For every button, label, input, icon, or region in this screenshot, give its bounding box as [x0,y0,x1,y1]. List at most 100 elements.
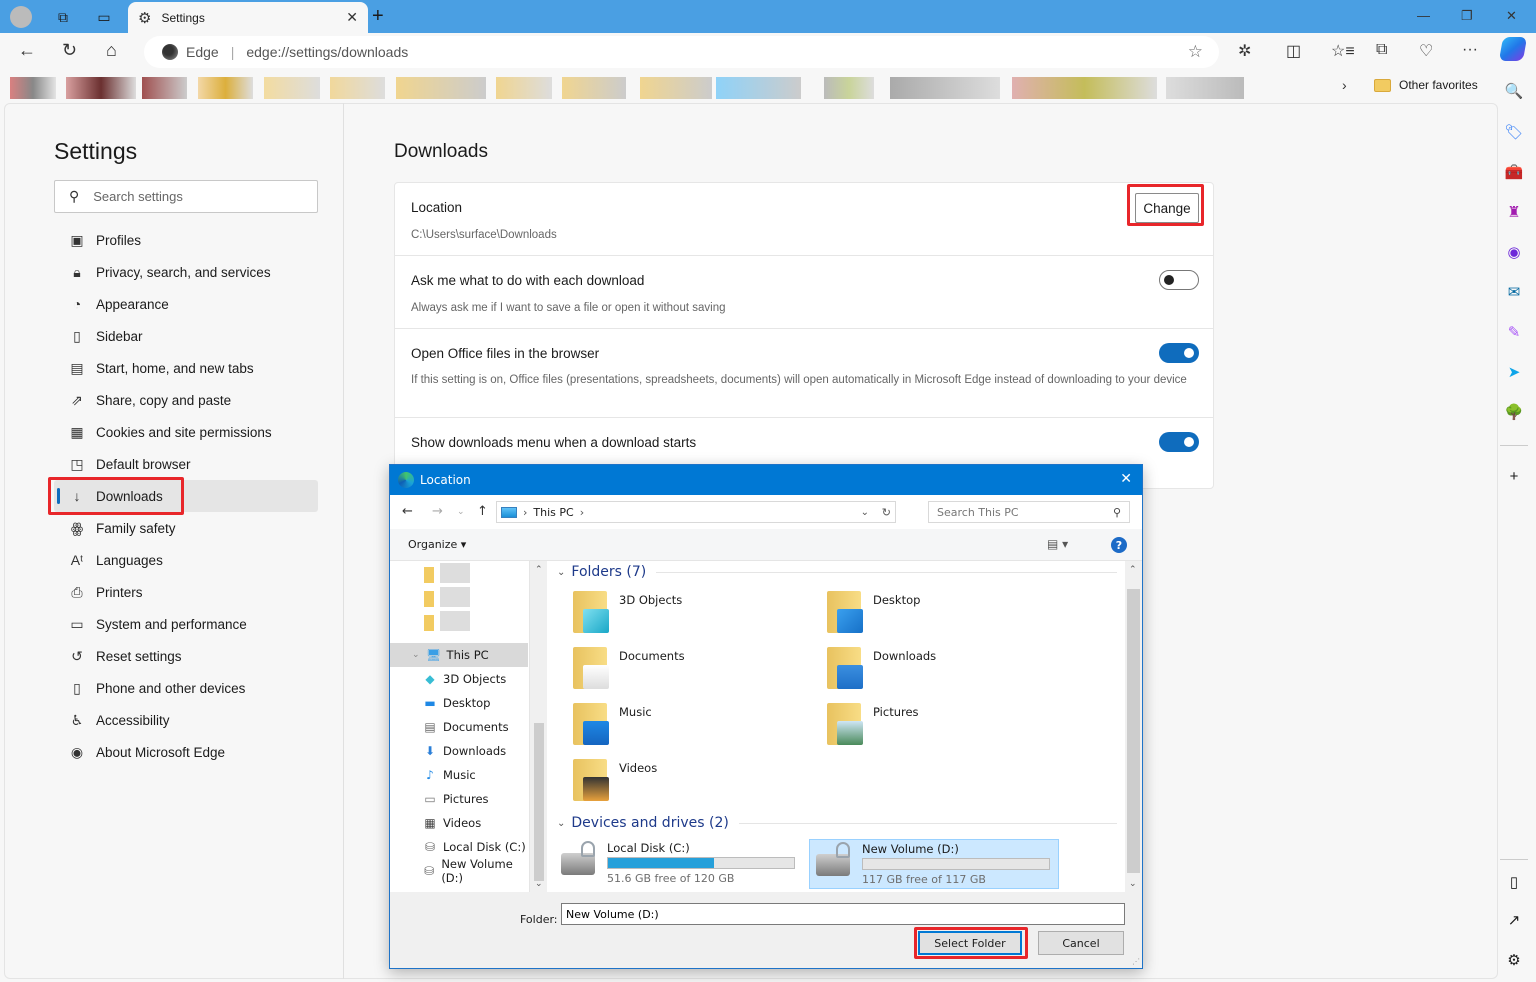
blurred-item[interactable] [440,563,470,583]
folder-item-3d-objects[interactable]: 3D Objects [573,591,803,643]
home-button[interactable]: ⌂ [106,40,117,61]
add-sidebar-icon[interactable]: + [1504,466,1524,486]
tree-item-3d-objects[interactable]: ◆ 3D Objects [390,667,528,691]
tree-item-downloads[interactable]: ⬇ Downloads [390,739,528,763]
tree-icon[interactable]: 🌳 [1504,402,1524,422]
sidebar-item-appearance[interactable]: ◔ Appearance [54,288,318,320]
folder-input[interactable] [561,903,1125,925]
extensions-icon[interactable]: ✲ [1238,41,1251,61]
folders-group-header[interactable]: ⌄ Folders (7) [557,564,1117,580]
favorite-item[interactable] [396,77,486,99]
forward-arrow-icon[interactable]: → [432,504,443,519]
favorite-item[interactable] [890,77,1000,99]
breadcrumb-this-pc[interactable]: This PC [533,506,573,519]
favorite-item[interactable] [1166,77,1244,99]
minimize-button[interactable]: — [1417,8,1430,23]
tree-item-documents[interactable]: ▤ Documents [390,715,528,739]
ask-toggle[interactable] [1159,270,1199,290]
workspaces-icon[interactable]: ⧉ [52,6,74,28]
recent-dropdown-icon[interactable]: ⌄ [457,507,465,517]
tree-item-new-volume-d-[interactable]: ⛁ New Volume (D:) [390,857,528,885]
favorite-item[interactable] [198,77,253,99]
breadcrumb[interactable]: › This PC › ⌄ ↻ [496,501,896,523]
drives-group-header[interactable]: ⌄ Devices and drives (2) [557,815,1117,831]
close-dialog-icon[interactable]: ✕ [1120,471,1132,487]
address-bar[interactable]: Edge | edge://settings/downloads ☆ [144,36,1219,68]
new-tab-button[interactable]: + [372,5,384,28]
tree-item-local-disk-c-[interactable]: ⛁ Local Disk (C:) [390,835,528,859]
outlook-icon[interactable]: ✉ [1504,282,1524,302]
favorite-star-icon[interactable]: ☆ [1188,42,1203,62]
tree-scrollbar[interactable]: ⌃ ⌄ [531,561,547,892]
send-icon[interactable]: ➤ [1504,362,1524,382]
drive-item-c[interactable]: Local Disk (C:) 51.6 GB free of 120 GB [555,839,805,889]
microsoft365-icon[interactable]: ◉ [1504,242,1524,262]
folder-item-downloads[interactable]: Downloads [827,647,1057,699]
shopping-tag-icon[interactable]: 🏷 [1504,122,1524,142]
search-settings-input[interactable]: ⚲ Search settings [54,180,318,213]
sidebar-item-profiles[interactable]: ▣ Profiles [54,224,318,256]
tab-actions-icon[interactable]: ▭ [93,6,115,28]
tree-item-this-pc[interactable]: ⌄ 🖥︎ This PC [390,643,528,667]
sidebar-item-cookies-and-site-permissions[interactable]: ▦ Cookies and site permissions [54,416,318,448]
favorite-item[interactable] [496,77,552,99]
address-dropdown-icon[interactable]: ⌄ [861,507,869,518]
favorite-item[interactable] [716,77,801,99]
favorite-item[interactable] [142,77,187,99]
open-external-icon[interactable]: ↗ [1504,910,1524,930]
close-tab-icon[interactable]: ✕ [346,9,358,26]
sidebar-item-privacy-search-and-services[interactable]: 🔒︎ Privacy, search, and services [54,256,318,288]
browser-essentials-icon[interactable]: ♡ [1419,41,1433,61]
tab-settings[interactable]: ⚙ Settings ✕ [128,2,368,33]
favorite-item[interactable] [640,77,712,99]
organize-menu[interactable]: Organize ▾ [408,538,466,551]
sidebar-item-phone-and-other-devices[interactable]: ▯ Phone and other devices [54,672,318,704]
sidebar-item-default-browser[interactable]: ◳ Default browser [54,448,318,480]
view-options-icon[interactable]: ▤ ▾ [1047,537,1068,551]
cancel-button[interactable]: Cancel [1038,931,1124,955]
favorite-item[interactable] [824,77,874,99]
search-sidebar-icon[interactable]: 🔍 [1504,81,1524,101]
refresh-button[interactable]: ↻ [62,40,77,61]
change-location-button[interactable]: Change [1135,193,1199,223]
sidebar-item-share-copy-and-paste[interactable]: ⇗ Share, copy and paste [54,384,318,416]
close-window-button[interactable]: ✕ [1506,8,1517,24]
sidebar-item-accessibility[interactable]: ♿︎ Accessibility [54,704,318,736]
games-icon[interactable]: ♜ [1504,202,1524,222]
select-folder-button[interactable]: Select Folder [918,931,1022,955]
folder-item-music[interactable]: Music [573,703,803,755]
copilot-icon[interactable] [1498,37,1528,61]
resize-grip[interactable]: ⋰ [1132,957,1140,966]
split-screen-icon[interactable]: ◫ [1286,41,1301,61]
folder-item-videos[interactable]: Videos [573,759,803,811]
favorite-item[interactable] [66,77,136,99]
blurred-item[interactable] [440,587,470,607]
tree-item-videos[interactable]: ▦ Videos [390,811,528,835]
help-icon[interactable]: ? [1111,537,1127,553]
profile-avatar-icon[interactable] [10,6,32,28]
sidebar-item-reset-settings[interactable]: ↺ Reset settings [54,640,318,672]
sidebar-settings-icon[interactable]: ⚙ [1504,950,1524,970]
sidebar-item-start-home-and-new-tabs[interactable]: ▤ Start, home, and new tabs [54,352,318,384]
designer-icon[interactable]: ✎ [1504,322,1524,342]
favorite-item[interactable] [330,77,385,99]
refresh-icon[interactable]: ↻ [882,506,891,519]
tree-item-music[interactable]: ♪ Music [390,763,528,787]
folder-item-documents[interactable]: Documents [573,647,803,699]
sidebar-item-sidebar[interactable]: ▯ Sidebar [54,320,318,352]
favorite-item[interactable] [10,77,56,99]
sidebar-item-family-safety[interactable]: ꙮ Family safety [54,512,318,544]
sidebar-item-languages[interactable]: Aᵗ Languages [54,544,318,576]
blurred-item[interactable] [440,611,470,631]
sidebar-item-system-and-performance[interactable]: ▭ System and performance [54,608,318,640]
folder-item-pictures[interactable]: Pictures [827,703,1057,755]
folder-view-scrollbar[interactable]: ⌃ ⌄ [1125,561,1142,892]
tree-item-desktop[interactable]: ▬ Desktop [390,691,528,715]
favorite-item[interactable] [1012,77,1157,99]
more-menu-icon[interactable]: ··· [1462,41,1478,59]
search-this-pc-input[interactable]: Search This PC ⚲ [928,501,1130,523]
sidebar-item-downloads[interactable]: ↓ Downloads [54,480,318,512]
up-arrow-icon[interactable]: ↑ [477,504,488,519]
tree-item-pictures[interactable]: ▭ Pictures [390,787,528,811]
back-arrow-icon[interactable]: ← [402,504,413,519]
